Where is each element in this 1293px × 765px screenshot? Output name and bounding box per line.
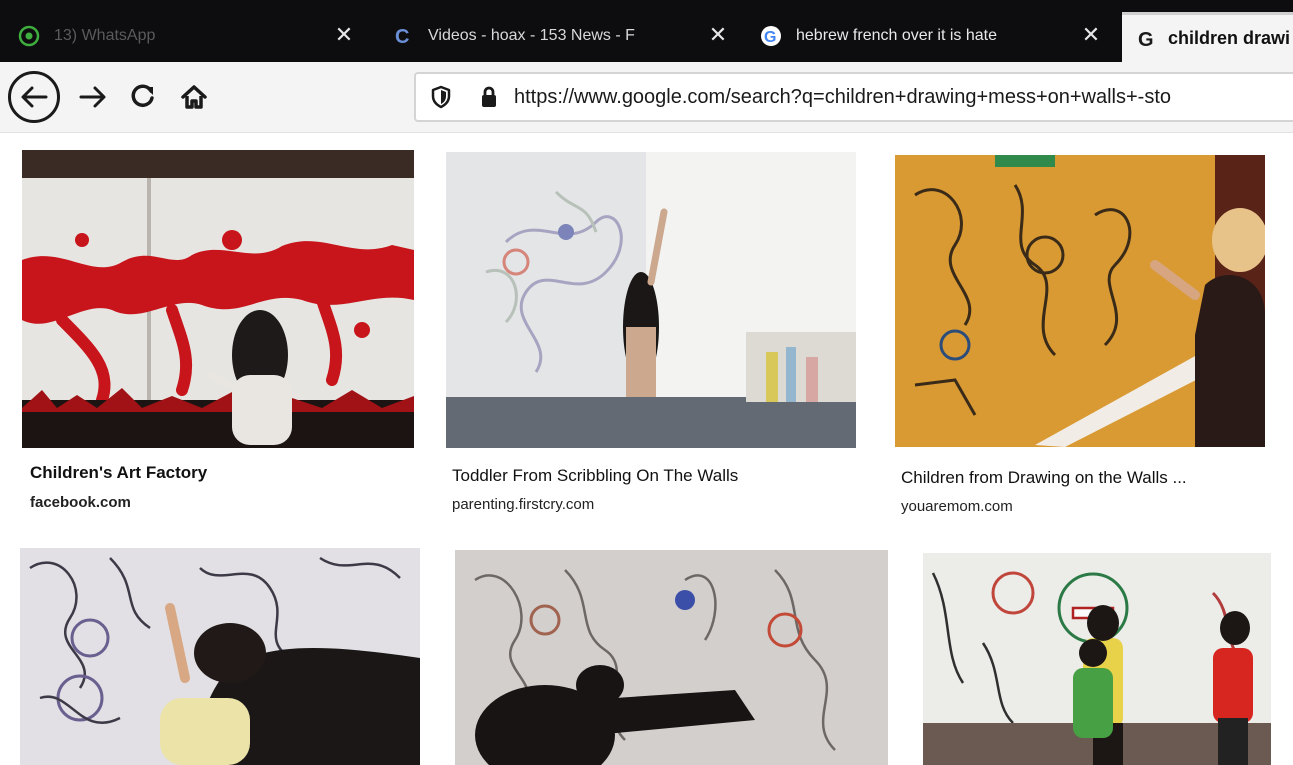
- svg-text:G: G: [764, 29, 776, 46]
- c-logo-icon: C: [392, 25, 414, 47]
- tab-title: 13) WhatsApp: [54, 27, 156, 44]
- reload-icon: [131, 84, 154, 107]
- result-image-6[interactable]: [923, 553, 1271, 765]
- close-tab-icon[interactable]: ✕: [1077, 22, 1105, 48]
- result-image-5[interactable]: [455, 550, 888, 765]
- tab-videos-hoax[interactable]: C Videos - hoax - 153 News - F ✕: [392, 14, 732, 58]
- address-bar[interactable]: https://www.google.com/search?q=children…: [414, 72, 1293, 122]
- arrow-left-icon: [21, 86, 48, 108]
- svg-text:G: G: [1138, 29, 1154, 50]
- tab-title: hebrew french over it is hate: [796, 27, 997, 44]
- tab-whatsapp[interactable]: 13) WhatsApp ✕: [18, 14, 358, 58]
- result-title-3[interactable]: Children from Drawing on the Walls ...: [901, 468, 1187, 488]
- back-button[interactable]: [8, 71, 60, 123]
- arrow-right-icon: [79, 86, 106, 108]
- home-icon: [181, 85, 207, 109]
- tab-hebrew-french[interactable]: G hebrew french over it is hate ✕: [760, 14, 1105, 58]
- url-text[interactable]: https://www.google.com/search?q=children…: [514, 86, 1171, 109]
- result-image-2[interactable]: [446, 152, 856, 448]
- lock-icon[interactable]: [476, 82, 502, 112]
- tab-strip: 13) WhatsApp ✕ C Videos - hoax - 153 New…: [0, 0, 1293, 62]
- result-image-3[interactable]: [895, 155, 1265, 447]
- home-button[interactable]: [176, 77, 212, 117]
- tab-title: children drawi: [1168, 28, 1291, 48]
- shield-icon[interactable]: [428, 82, 454, 112]
- tab-title: Videos - hoax - 153 News - F: [428, 27, 635, 44]
- result-image-1[interactable]: [22, 150, 414, 448]
- reload-button[interactable]: [126, 77, 160, 117]
- result-title-2[interactable]: Toddler From Scribbling On The Walls: [452, 466, 738, 486]
- svg-text:C: C: [395, 26, 409, 47]
- result-image-4[interactable]: [20, 548, 420, 765]
- result-title-1[interactable]: Children's Art Factory: [30, 463, 207, 483]
- google-icon: G: [1136, 28, 1158, 50]
- forward-button[interactable]: [76, 77, 110, 117]
- result-source-1: facebook.com: [30, 494, 131, 511]
- close-tab-icon[interactable]: ✕: [704, 22, 732, 48]
- google-icon: G: [760, 25, 782, 47]
- result-source-2: parenting.firstcry.com: [452, 496, 595, 513]
- whatsapp-icon: [18, 25, 40, 47]
- result-source-3: youaremom.com: [901, 498, 1013, 515]
- close-tab-icon[interactable]: ✕: [330, 22, 358, 48]
- navigation-bar: https://www.google.com/search?q=children…: [0, 62, 1293, 133]
- tab-children-drawing[interactable]: G children drawi: [1122, 12, 1293, 62]
